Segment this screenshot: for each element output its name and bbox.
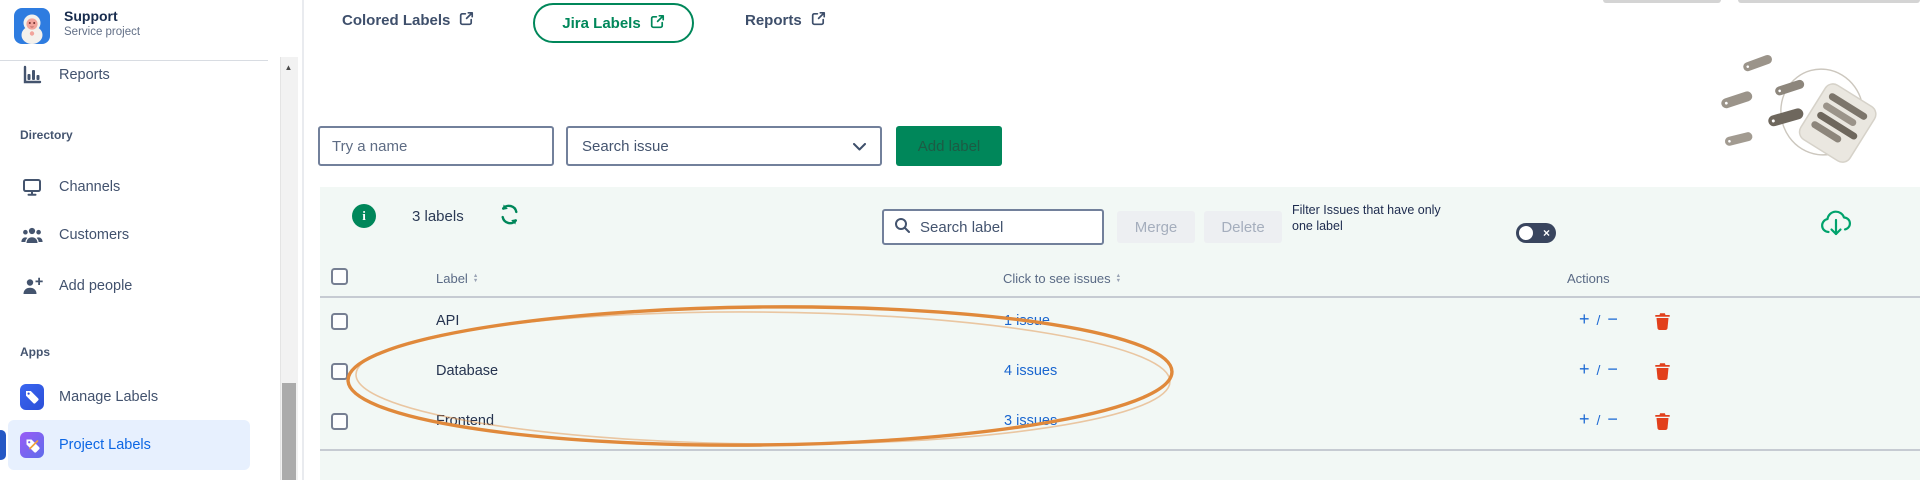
people-icon	[20, 226, 44, 244]
project-type: Service project	[64, 26, 140, 38]
sidebar-item-label: Project Labels	[59, 437, 151, 453]
sidebar-item-add-people[interactable]: Add people	[0, 266, 262, 306]
search-icon	[894, 217, 910, 238]
monitor-icon	[20, 178, 44, 196]
table-row: Database 4 issues + / −	[320, 347, 1920, 397]
sidebar: Support Service project Reports Director…	[0, 0, 302, 480]
add-label-button[interactable]: Add label	[896, 126, 1002, 166]
tab-jira-labels[interactable]: Jira Labels	[533, 3, 694, 43]
project-labels-app-icon	[20, 432, 44, 458]
remove-issues-button[interactable]: −	[1607, 359, 1618, 380]
slash-separator: /	[1597, 362, 1601, 378]
sidebar-item-manage-labels[interactable]: Manage Labels	[0, 377, 262, 417]
label-cell: Database	[436, 363, 498, 379]
slash-separator: /	[1597, 312, 1601, 328]
search-label-box[interactable]	[882, 209, 1104, 245]
flying-labels-bucket-illustration	[1712, 50, 1892, 172]
top-edge-fragment	[1603, 0, 1721, 3]
table-row: API 1 issue + / −	[320, 297, 1920, 347]
tab-label: Jira Labels	[562, 15, 640, 32]
column-header-label[interactable]: Label ▲▼	[436, 271, 478, 286]
tab-label: Reports	[745, 12, 802, 29]
row-actions: + / −	[1579, 309, 1618, 330]
sidebar-item-label: Reports	[59, 67, 110, 83]
cloud-download-icon[interactable]	[1818, 207, 1854, 248]
sidebar-item-customers[interactable]: Customers	[0, 215, 262, 255]
filter-toggle[interactable]: ×	[1516, 223, 1556, 243]
add-issues-button[interactable]: +	[1579, 359, 1590, 380]
external-link-icon	[811, 11, 826, 30]
label-cell: API	[436, 313, 459, 329]
trash-icon[interactable]	[1654, 312, 1671, 330]
row-checkbox[interactable]	[331, 413, 348, 430]
add-issues-button[interactable]: +	[1579, 309, 1590, 330]
merge-button[interactable]: Merge	[1117, 211, 1195, 243]
labels-panel: i 3 labels Merge Delete Filter Issues th…	[320, 187, 1920, 480]
sidebar-item-label: Add people	[59, 278, 132, 294]
bar-chart-icon	[20, 65, 44, 85]
selected-item-indicator	[0, 430, 6, 460]
sidebar-item-label: Channels	[59, 179, 120, 195]
sidebar-item-channels[interactable]: Channels	[0, 167, 262, 207]
column-header-actions: Actions	[1567, 271, 1610, 286]
tab-label: Colored Labels	[342, 12, 450, 29]
toggle-knob	[1519, 226, 1533, 240]
table-bottom-divider	[320, 449, 1920, 451]
slash-separator: /	[1597, 412, 1601, 428]
top-edge-fragment	[1738, 0, 1920, 3]
add-issues-button[interactable]: +	[1579, 409, 1590, 430]
header-text: Click to see issues	[1003, 271, 1111, 286]
row-checkbox[interactable]	[331, 313, 348, 330]
issues-link[interactable]: 1 issue	[1004, 313, 1050, 329]
tab-colored-labels[interactable]: Colored Labels	[342, 11, 474, 30]
row-checkbox[interactable]	[331, 363, 348, 380]
refresh-icon[interactable]	[498, 203, 521, 231]
select-value: Search issue	[582, 138, 669, 155]
sidebar-item-label: Manage Labels	[59, 389, 158, 405]
sort-icon: ▲▼	[1116, 274, 1121, 284]
apps-heading: Apps	[20, 345, 50, 359]
chevron-down-icon	[853, 138, 866, 155]
filter-toggle-label: Filter Issues that have only one label	[1292, 202, 1464, 234]
trash-icon[interactable]	[1654, 362, 1671, 380]
manage-labels-app-icon	[20, 384, 44, 410]
label-name-input[interactable]	[318, 126, 554, 166]
row-actions: + / −	[1579, 409, 1618, 430]
search-issue-select[interactable]: Search issue	[566, 126, 882, 166]
table-row: Frontend 3 issues + / −	[320, 397, 1920, 447]
info-icon[interactable]: i	[352, 204, 376, 228]
trash-icon[interactable]	[1654, 412, 1671, 430]
sidebar-scrollbar-thumb[interactable]	[282, 383, 296, 480]
remove-issues-button[interactable]: −	[1607, 309, 1618, 330]
sidebar-item-label: Customers	[59, 227, 129, 243]
external-link-icon	[459, 11, 474, 30]
issues-link[interactable]: 3 issues	[1004, 413, 1057, 429]
remove-issues-button[interactable]: −	[1607, 409, 1618, 430]
row-actions: + / −	[1579, 359, 1618, 380]
header-text: Actions	[1567, 271, 1610, 286]
table-header: Label ▲▼ Click to see issues ▲▼ Actions	[320, 258, 1920, 296]
scroll-up-arrow[interactable]: ▲	[280, 58, 297, 76]
labels-count: 3 labels	[412, 208, 464, 225]
person-add-icon	[20, 277, 44, 295]
sidebar-content-divider	[302, 0, 304, 480]
external-link-icon	[650, 14, 665, 33]
toggle-off-x: ×	[1543, 225, 1550, 241]
sort-icon: ▲▼	[473, 274, 478, 284]
delete-button[interactable]: Delete	[1204, 211, 1282, 243]
sidebar-item-project-labels[interactable]: Project Labels	[8, 420, 250, 470]
directory-heading: Directory	[20, 128, 73, 142]
header-text: Label	[436, 271, 468, 286]
select-all-checkbox[interactable]	[331, 268, 348, 285]
project-name: Support	[64, 8, 118, 24]
tab-reports[interactable]: Reports	[745, 11, 826, 30]
project-avatar[interactable]	[14, 8, 50, 44]
sidebar-item-reports[interactable]: Reports	[0, 55, 262, 95]
column-header-issues[interactable]: Click to see issues ▲▼	[1003, 271, 1121, 286]
label-cell: Frontend	[436, 413, 494, 429]
search-label-input[interactable]	[918, 218, 1121, 237]
issues-link[interactable]: 4 issues	[1004, 363, 1057, 379]
